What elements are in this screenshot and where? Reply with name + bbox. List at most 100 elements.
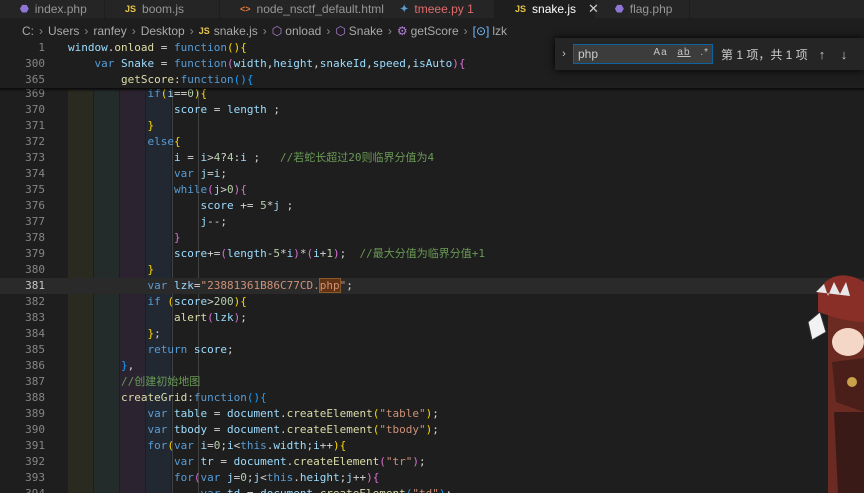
code-line[interactable]: 388 createGrid:function(){ bbox=[0, 390, 864, 406]
code-text: var tbody = document.createElement("tbod… bbox=[147, 423, 439, 436]
code-text: var j=i; bbox=[173, 167, 227, 180]
code-line[interactable]: 391 for(var i=0;i<this.width;i++){ bbox=[0, 438, 864, 454]
breadcrumb-file[interactable]: snake.js bbox=[214, 24, 258, 38]
code-editor[interactable]: 1 window.onload = function(){ 300 var Snak… bbox=[0, 40, 864, 493]
toggle-replace-chevron-icon[interactable]: › bbox=[555, 48, 573, 60]
line-number: 386 bbox=[25, 359, 45, 372]
breadcrumb-getscore[interactable]: getScore bbox=[411, 24, 459, 38]
code-line[interactable]: 386 }, bbox=[0, 358, 864, 374]
tab-label: index.php bbox=[34, 2, 87, 16]
method-icon: ⚙ bbox=[396, 24, 408, 38]
code-line[interactable]: 384 }; bbox=[0, 326, 864, 342]
js-file-icon: JS bbox=[125, 4, 137, 14]
code-line[interactable]: 370 score = length ; bbox=[0, 102, 864, 118]
code-line[interactable]: 390 var tbody = document.createElement("… bbox=[0, 422, 864, 438]
line-number: 380 bbox=[25, 263, 45, 276]
code-line[interactable]: 393 for(var j=0;j<this.height;j++){ bbox=[0, 470, 864, 486]
line-number: 365 bbox=[25, 73, 45, 86]
code-line[interactable]: 375 while(j>0){ bbox=[0, 182, 864, 198]
code-line[interactable]: 372 else{ bbox=[0, 134, 864, 150]
chevron-right-icon: › bbox=[387, 24, 392, 38]
code-text: for(var i=0;i<this.width;i++){ bbox=[147, 439, 347, 452]
code-line[interactable]: 387 //创建初始地图 bbox=[0, 374, 864, 390]
tab-node-nsctf-default-html[interactable]: <> node_nsctf_default.html bbox=[220, 0, 384, 18]
code-text: createGrid:function(){ bbox=[120, 391, 267, 404]
code-line[interactable]: 383 alert(lzk); bbox=[0, 310, 864, 326]
line-number: 375 bbox=[25, 183, 45, 196]
code-line[interactable]: 376 score += 5*j ; bbox=[0, 198, 864, 214]
tab-snake-js[interactable]: JS snake.js ✕ bbox=[495, 0, 599, 18]
breadcrumb-lzk[interactable]: lzk bbox=[492, 24, 507, 38]
tab-index-php[interactable]: ⬣ index.php bbox=[0, 0, 105, 18]
chevron-right-icon: › bbox=[326, 24, 331, 38]
line-number: 374 bbox=[25, 167, 45, 180]
code-line[interactable]: 380 } bbox=[0, 262, 864, 278]
line-number: 376 bbox=[25, 199, 45, 212]
code-text: score += 5*j ; bbox=[200, 199, 294, 212]
line-number: 378 bbox=[25, 231, 45, 244]
code-text: window.onload = function(){ bbox=[68, 41, 247, 54]
html-file-icon: <> bbox=[240, 4, 251, 14]
code-line[interactable]: 389 var table = document.createElement("… bbox=[0, 406, 864, 422]
code-line[interactable]: 378 } bbox=[0, 230, 864, 246]
js-file-icon: JS bbox=[515, 4, 527, 14]
code-line[interactable]: 385 return score; bbox=[0, 342, 864, 358]
find-query[interactable]: php bbox=[578, 47, 598, 61]
line-number: 393 bbox=[25, 471, 45, 484]
line-number: 300 bbox=[25, 57, 45, 70]
code-line[interactable]: 381 var lzk="23881361B86C77CD.php"; bbox=[0, 278, 864, 294]
sticky-scroll-shadow bbox=[0, 88, 864, 92]
anime-character-sticker bbox=[807, 275, 864, 493]
chevron-right-icon: › bbox=[39, 24, 43, 38]
breadcrumb-desktop[interactable]: Desktop bbox=[141, 24, 185, 38]
breadcrumb-drive[interactable]: C: bbox=[22, 24, 34, 38]
previous-match-arrow-up-icon[interactable]: ↑ bbox=[811, 47, 833, 62]
code-line[interactable]: 373 i = i>4?4:i ; //若蛇长超过20则临界分值为4 bbox=[0, 150, 864, 166]
line-number: 379 bbox=[25, 247, 45, 260]
chevron-right-icon: › bbox=[131, 24, 136, 38]
code-line[interactable]: 392 var tr = document.createElement("tr"… bbox=[0, 454, 864, 470]
code-text: var lzk="23881361B86C77CD.php"; bbox=[147, 278, 353, 293]
code-text: var table = document.createElement("tabl… bbox=[147, 407, 439, 420]
find-options: Aa ab .* bbox=[647, 47, 709, 58]
code-line[interactable]: 379 score+=(length-5*i)*(i+1); //最大分值为临界… bbox=[0, 246, 864, 262]
code-line[interactable]: 371 } bbox=[0, 118, 864, 134]
chevron-right-icon: › bbox=[189, 24, 194, 38]
py-file-icon: ✦ bbox=[400, 3, 409, 15]
tab-bar: ⬣ index.php JS boom.js <> node_nsctf_default.… bbox=[0, 0, 864, 18]
code-text: alert(lzk); bbox=[173, 311, 247, 324]
code-text: }, bbox=[120, 359, 135, 372]
code-text: //创建初始地图 bbox=[120, 375, 201, 388]
tab-boom-js[interactable]: JS boom.js bbox=[105, 0, 220, 18]
breadcrumb-ranfey[interactable]: ranfey bbox=[93, 24, 126, 38]
code-line[interactable]: 377 j--; bbox=[0, 214, 864, 230]
match-case-icon[interactable]: Aa bbox=[653, 47, 667, 58]
tab-label: tmeee.py 1 bbox=[414, 2, 474, 16]
breadcrumb-onload[interactable]: onload bbox=[285, 24, 321, 38]
code-text: i = i>4?4:i ; //若蛇长超过20则临界分值为4 bbox=[173, 151, 435, 164]
next-match-arrow-down-icon[interactable]: ↓ bbox=[833, 47, 855, 62]
line-number: 1 bbox=[38, 41, 45, 54]
php-file-icon: ⬣ bbox=[615, 3, 624, 15]
breadcrumb-snake[interactable]: Snake bbox=[349, 24, 383, 38]
tab-tmeee-py-1[interactable]: ✦ tmeee.py 1 bbox=[380, 0, 495, 18]
regex-icon[interactable]: .* bbox=[700, 47, 709, 58]
chevron-right-icon: › bbox=[262, 24, 267, 38]
line-number: 392 bbox=[25, 455, 45, 468]
breadcrumb-users[interactable]: Users bbox=[48, 24, 79, 38]
line-number: 394 bbox=[0, 486, 45, 493]
code-text: var Snake = function(width,height,snakeI… bbox=[94, 57, 466, 70]
code-text: while(j>0){ bbox=[173, 183, 247, 196]
match-whole-word-icon[interactable]: ab bbox=[677, 47, 690, 58]
code-text: j--; bbox=[200, 215, 227, 228]
sticky-scroll-line[interactable]: 365 getScore:function(){ bbox=[0, 72, 864, 88]
tab-flag-php[interactable]: ⬣ flag.php bbox=[595, 0, 690, 18]
line-number: 382 bbox=[25, 295, 45, 308]
find-input[interactable]: php Aa ab .* bbox=[573, 44, 713, 64]
chevron-right-icon: › bbox=[463, 24, 468, 38]
find-result-count: 第 1 项，共 1 项 bbox=[721, 47, 808, 62]
code-line[interactable]: 394 var td = document.createElement("td"… bbox=[0, 486, 864, 493]
code-line[interactable]: 374 var j=i; bbox=[0, 166, 864, 182]
line-number: 372 bbox=[25, 135, 45, 148]
code-line[interactable]: 382 if (score>200){ bbox=[0, 294, 864, 310]
